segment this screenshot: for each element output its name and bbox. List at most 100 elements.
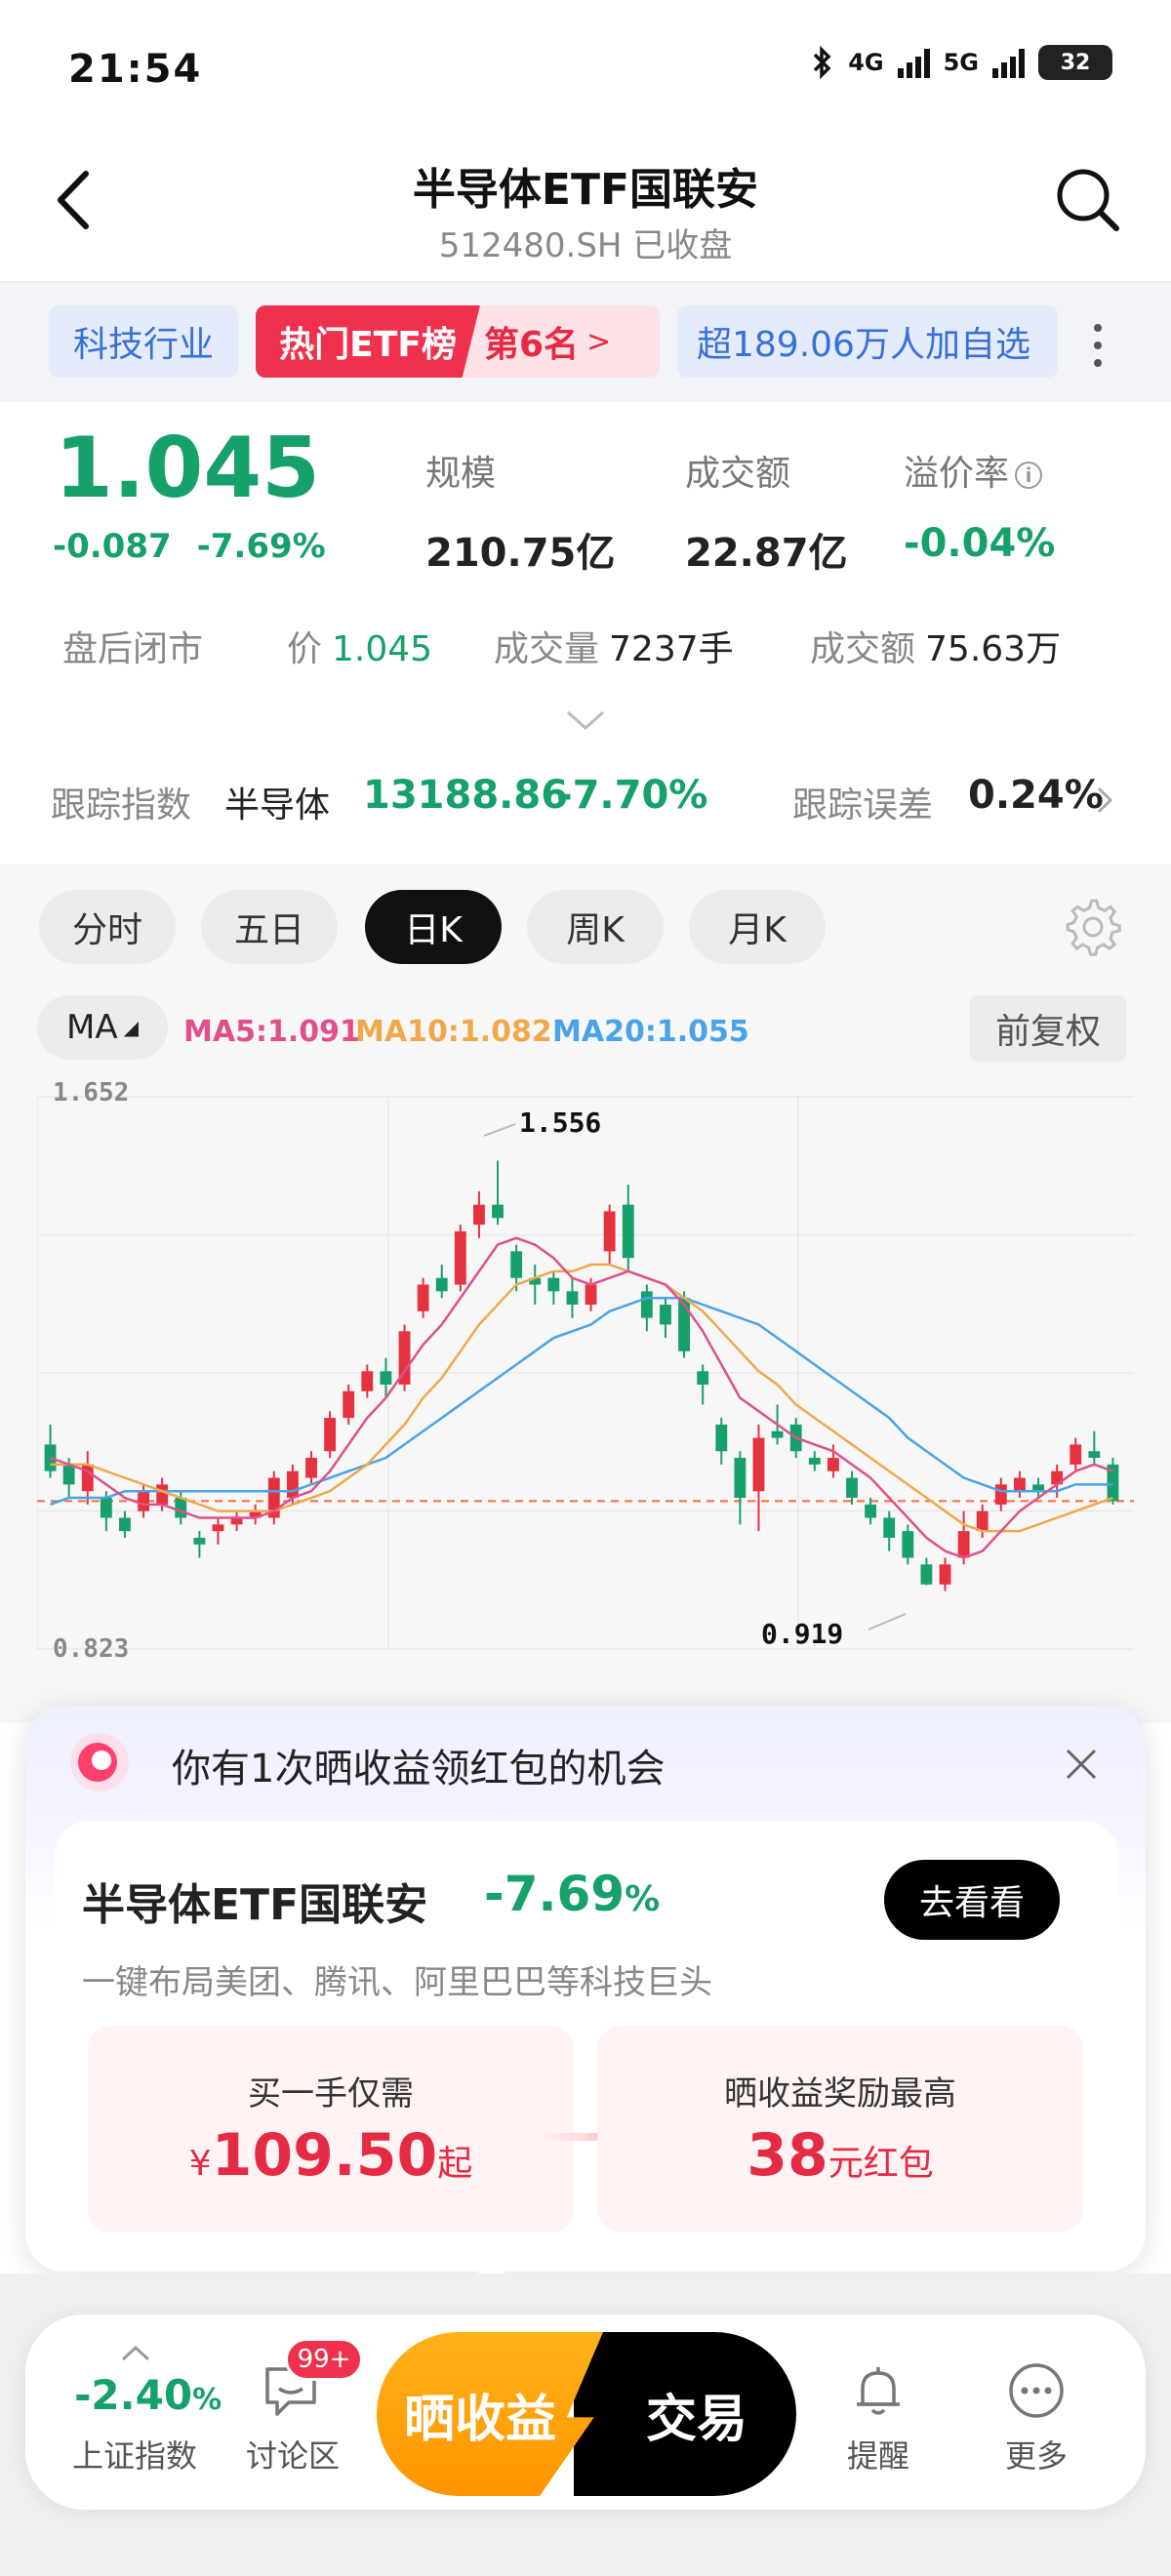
tab-weekly-k[interactable]: 周K [527,890,664,964]
industry-tag[interactable]: 科技行业 [49,305,238,378]
price-change: -0.087 -7.69% [53,527,326,566]
tab-daily-k[interactable]: 日K [365,890,502,964]
candle [44,1424,57,1478]
tab-monthly-k[interactable]: 月K [689,890,826,964]
candle [267,1470,280,1525]
candle [883,1510,896,1551]
status-icons: 4G 5G 32 [811,45,1112,80]
search-icon[interactable] [1054,166,1120,232]
more-label[interactable]: 更多 [1005,2432,1068,2476]
tracking-error-value[interactable]: 0.24% [968,773,1104,818]
candle [305,1451,317,1485]
ma5-line [50,1236,1113,1559]
tab-intraday[interactable]: 分时 [39,890,176,964]
candle-body [846,1477,858,1499]
bell-icon[interactable] [847,2359,909,2422]
candle-body [640,1291,653,1318]
more-icon[interactable] [1005,2359,1068,2422]
ma5-value: MA5:1.091 [183,1015,360,1049]
sse-index-change[interactable]: -2.40% [74,2371,222,2419]
more-vertical-icon[interactable] [1083,316,1112,375]
info-icon[interactable]: i [1015,462,1043,489]
candle [324,1411,337,1459]
trade-button[interactable]: 交易 [574,2332,796,2496]
candle [660,1298,671,1339]
candle [193,1531,206,1558]
chevron-right-icon[interactable] [1095,785,1114,816]
go-see-button[interactable]: 去看看 [884,1860,1060,1940]
watchers-tag[interactable]: 超189.06万人加自选 [677,305,1058,378]
candle-body [603,1211,616,1252]
reward-value: 38元红包 [747,2121,934,2190]
tab-five-day[interactable]: 五日 [201,890,338,964]
after-hours-volume: 成交量 7237手 [494,629,734,669]
forum-badge: 99+ [285,2338,363,2381]
tracking-index-name[interactable]: 半导体 [224,777,330,827]
ma10-value: MA10:1.082 [355,1015,552,1049]
scale-value: 210.75亿 [425,531,616,576]
candle-body [920,1564,933,1585]
candle [939,1557,951,1591]
candle-body [734,1458,747,1499]
chevron-up-icon[interactable] [119,2344,152,2363]
candle-body [324,1418,337,1452]
ma-selector-button[interactable]: MA ◢ [37,995,168,1060]
current-price: 1.045 [55,420,321,517]
candle [846,1470,858,1505]
close-icon[interactable] [1064,1747,1099,1782]
candle [622,1185,634,1271]
popup-description: 一键布局美团、腾讯、阿里巴巴等科技巨头 [82,1963,712,2002]
share-profit-button[interactable]: 晒收益 [377,2332,603,2496]
candle-body [902,1531,914,1558]
candle [435,1265,448,1299]
premium-value: -0.04% [904,521,1056,566]
status-time: 21:54 [68,47,203,92]
tracking-label: 跟踪指数 [51,785,192,825]
forum-label[interactable]: 讨论区 [246,2432,340,2476]
remind-label[interactable]: 提醒 [847,2432,909,2476]
candle-body [1088,1451,1101,1459]
candlestick-chart[interactable]: 1.652 0.823 1.556 0.919 [37,1067,1134,1711]
candle [994,1477,1007,1511]
candle [1070,1437,1082,1471]
candle-body [119,1517,131,1532]
candle-body [380,1371,392,1385]
buy-one-lot-value: ¥109.50起 [188,2121,473,2190]
signal-icon [897,47,930,78]
candle [529,1265,542,1306]
red-packet-logo-icon [70,1733,129,1791]
gear-icon[interactable] [1064,898,1122,956]
reward-label: 晒收益奖励最高 [724,2074,956,2113]
signal-icon-2 [992,47,1025,78]
hot-etf-rank-tag[interactable]: 热门ETF榜 第6名 > [256,305,660,378]
candle-body [305,1458,317,1478]
candle-body [492,1204,504,1219]
adjust-toggle[interactable]: 前复权 [970,995,1126,1062]
candle [249,1504,262,1525]
trough-price-label: 0.919 [761,1618,843,1650]
network-5g-label: 5G [943,49,979,76]
chevron-down-icon[interactable] [564,708,607,734]
candle-body [939,1564,951,1585]
candle [138,1484,149,1518]
candle [808,1451,821,1471]
candle-body [660,1305,671,1325]
peak-price-label: 1.556 [519,1107,601,1139]
candle-body [1014,1477,1026,1492]
candle-body [715,1424,728,1452]
candle-body [547,1277,560,1292]
candle-body [343,1390,355,1419]
candle [492,1160,504,1226]
candle-body [883,1517,896,1538]
candle [454,1225,466,1292]
candle-body [100,1498,112,1518]
tracking-index-value: 13188.86 [363,773,569,818]
candle-body [622,1204,634,1259]
candle-body [193,1537,206,1545]
candle [417,1277,429,1318]
premium-label[interactable]: 溢价率 i [904,445,1043,496]
candle-body [585,1284,597,1306]
sse-index-label[interactable]: 上证指数 [72,2432,197,2476]
candle [547,1270,560,1306]
page-subtitle: 512480.SH 已收盘 [438,226,733,265]
